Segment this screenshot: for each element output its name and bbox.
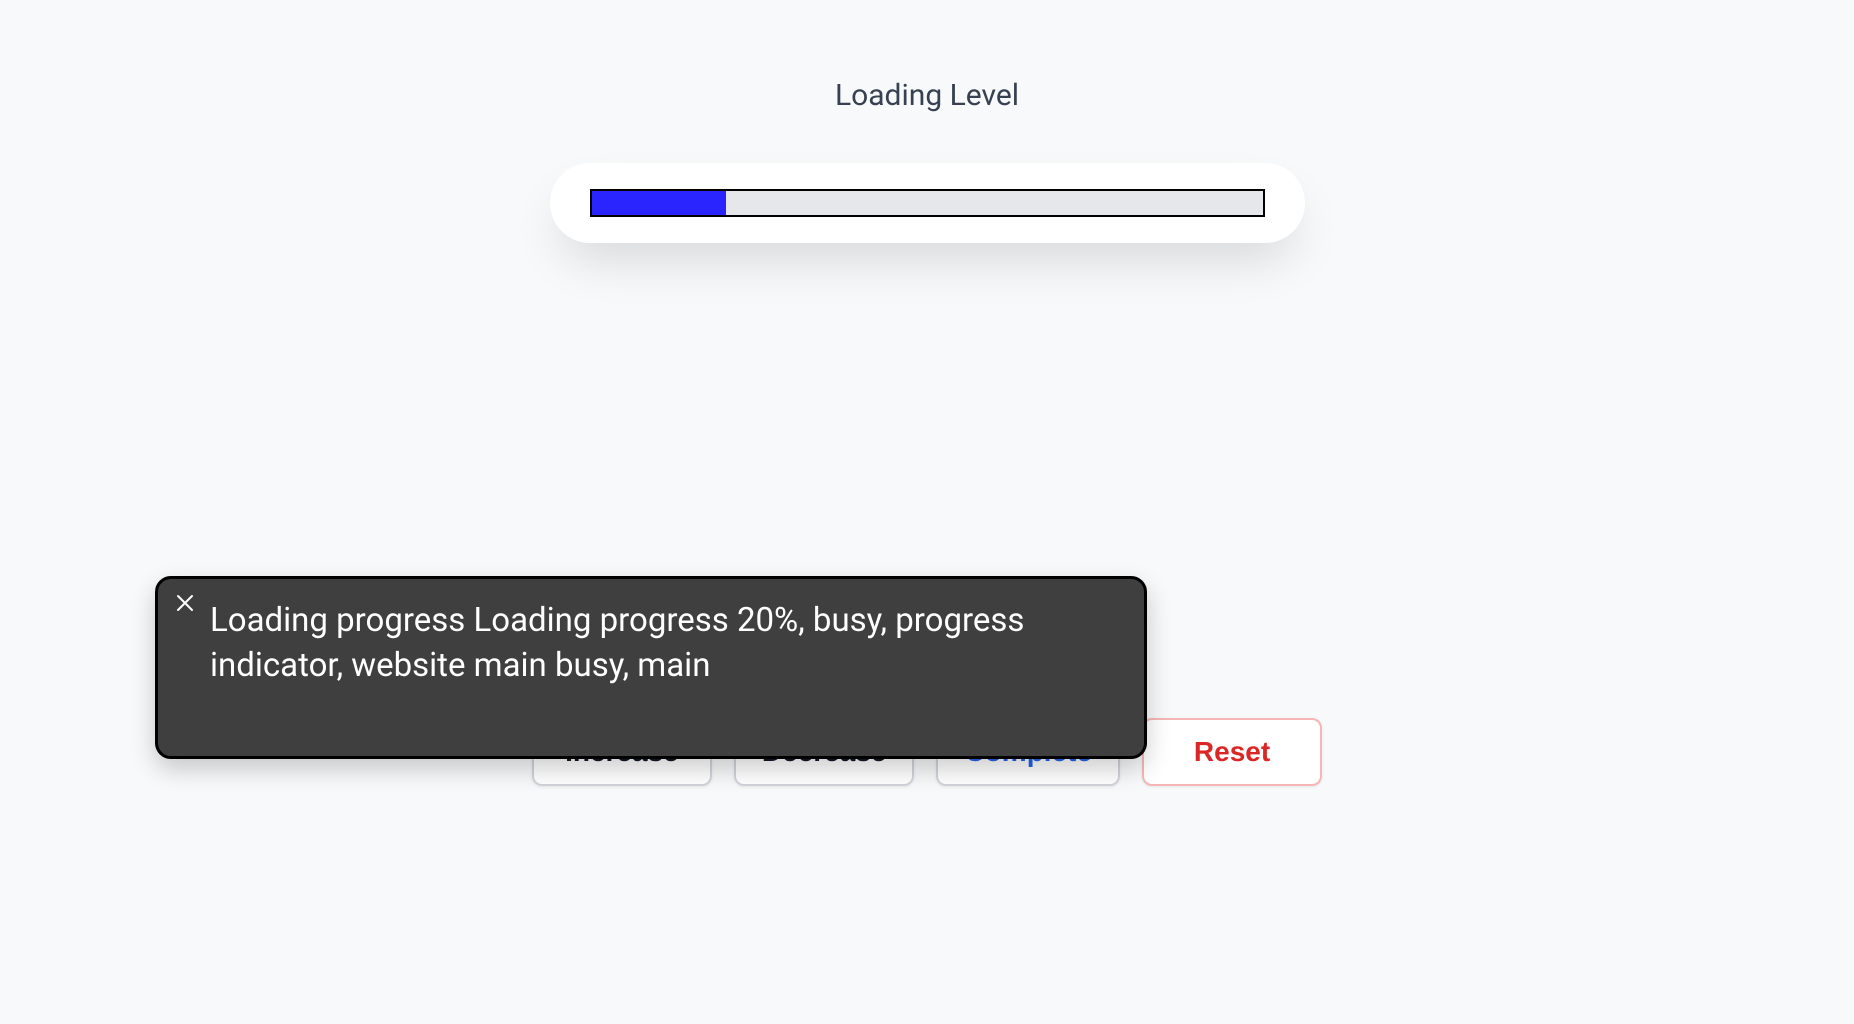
accessibility-tooltip: Loading progress Loading progress 20%, b… <box>155 576 1147 759</box>
tooltip-text: Loading progress Loading progress 20%, b… <box>210 599 1116 688</box>
page-title: Loading Level <box>0 78 1854 113</box>
progress-bar <box>590 189 1265 217</box>
close-icon[interactable] <box>176 593 194 617</box>
reset-button[interactable]: Reset <box>1142 718 1322 786</box>
progress-container <box>550 163 1305 243</box>
progress-fill <box>592 191 726 215</box>
